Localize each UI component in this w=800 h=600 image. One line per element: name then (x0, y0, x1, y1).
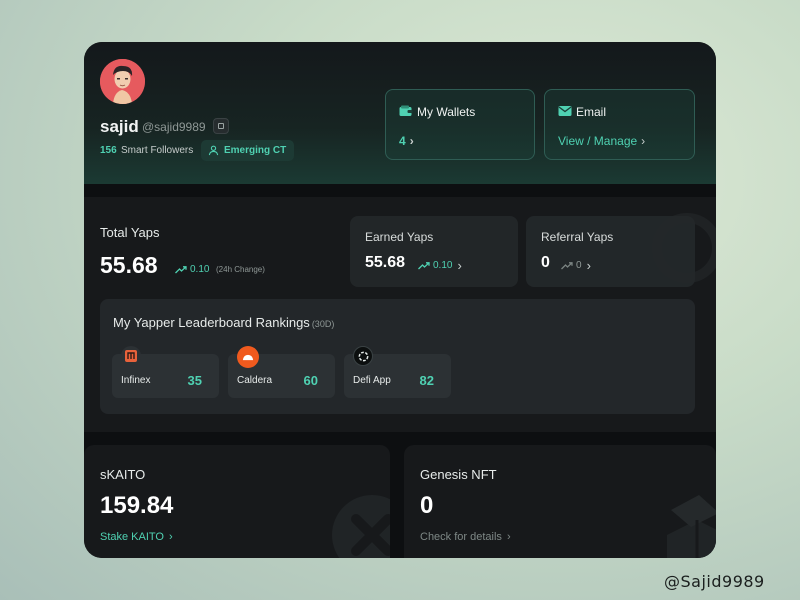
defi-app-logo-icon (353, 346, 373, 366)
trend-up-icon (175, 265, 187, 273)
smart-followers-count: 156 (100, 145, 117, 156)
leaderboard-title: My Yapper Leaderboard Rankings (30D) (113, 315, 335, 330)
profile-dashboard-card: sajid @sajid9989 156 Smart Followers Eme… (84, 42, 716, 558)
ranking-card-infinex[interactable]: Infinex 35 (112, 346, 219, 398)
ranking-card-defi-app[interactable]: Defi App 82 (344, 346, 451, 398)
skaito-value: 159.84 (100, 492, 174, 519)
ranking-score: 35 (187, 373, 202, 388)
referral-yaps-card[interactable]: Referral Yaps 0 0 › (526, 216, 695, 287)
smart-followers-label: Smart Followers (121, 145, 194, 156)
leaderboard-panel: My Yapper Leaderboard Rankings (30D) Infi… (100, 299, 695, 414)
total-yaps-change: 0.10 (175, 264, 209, 275)
user-handle: @sajid9989 (142, 120, 206, 134)
watermark: @Sajid9989 (664, 572, 765, 591)
earned-yaps-label: Earned Yaps (365, 230, 434, 244)
chevron-right-icon: › (641, 134, 646, 148)
email-title: Email (576, 105, 607, 119)
skaito-label: sKAITO (100, 467, 146, 482)
chevron-right-icon: › (409, 134, 414, 148)
genesis-nft-value: 0 (420, 492, 434, 519)
yaps-section: Total Yaps 55.68 0.10 (24h Change) Earne… (84, 197, 716, 432)
total-yaps-value: 55.68 (100, 252, 158, 278)
referral-yaps-change: 0 › (561, 258, 591, 273)
trend-up-icon (561, 261, 573, 269)
infinex-logo-icon (121, 346, 141, 366)
earned-yaps-value: 55.68 (365, 254, 406, 271)
my-wallets-card[interactable]: My Wallets 4 › (385, 89, 535, 160)
chevron-right-icon: › (457, 258, 462, 273)
chevron-right-icon: › (506, 531, 511, 543)
referral-yaps-value: 0 (541, 254, 550, 271)
user-icon (208, 145, 219, 156)
leaderboard-period: (30D) (311, 319, 335, 329)
wallet-icon (399, 105, 413, 116)
mail-icon (558, 106, 572, 116)
trend-up-icon (418, 261, 430, 269)
ranking-name: Caldera (237, 375, 273, 386)
ranking-name: Infinex (121, 375, 151, 386)
genesis-nft-card: Genesis NFT 0 Check for details › (404, 445, 716, 558)
chevron-right-icon: › (169, 531, 173, 543)
copy-icon[interactable] (213, 118, 229, 134)
stake-kaito-link[interactable]: Stake KAITO › (100, 531, 173, 543)
skaito-card: sKAITO 159.84 Stake KAITO › (84, 445, 390, 558)
ranking-card-caldera[interactable]: Caldera 60 (228, 346, 335, 398)
emerging-ct-label: Emerging CT (224, 145, 287, 156)
chevron-right-icon: › (586, 258, 591, 273)
ranking-name: Defi App (353, 375, 391, 386)
caldera-logo-icon (237, 346, 259, 368)
email-manage-link[interactable]: View / Manage › (558, 134, 645, 148)
check-details-link[interactable]: Check for details › (420, 531, 511, 543)
change-note: (24h Change) (216, 265, 265, 274)
email-card[interactable]: Email View / Manage › (544, 89, 695, 160)
referral-yaps-label: Referral Yaps (541, 230, 614, 244)
total-yaps-label: Total Yaps (100, 225, 160, 240)
avatar[interactable] (100, 59, 145, 104)
profile-header: sajid @sajid9989 156 Smart Followers Eme… (84, 42, 716, 184)
genesis-nft-label: Genesis NFT (420, 467, 497, 482)
my-wallets-title: My Wallets (417, 105, 476, 119)
emerging-ct-badge[interactable]: Emerging CT (201, 140, 295, 161)
kaito-logo-icon (332, 495, 390, 558)
earned-yaps-card[interactable]: Earned Yaps 55.68 0.10 › (350, 216, 518, 287)
ranking-score: 60 (303, 373, 318, 388)
username: sajid (100, 117, 139, 136)
earned-yaps-change: 0.10 › (418, 258, 462, 273)
wallet-count[interactable]: 4 › (399, 134, 414, 148)
gift-box-icon (667, 495, 716, 558)
ranking-score: 82 (419, 373, 434, 388)
